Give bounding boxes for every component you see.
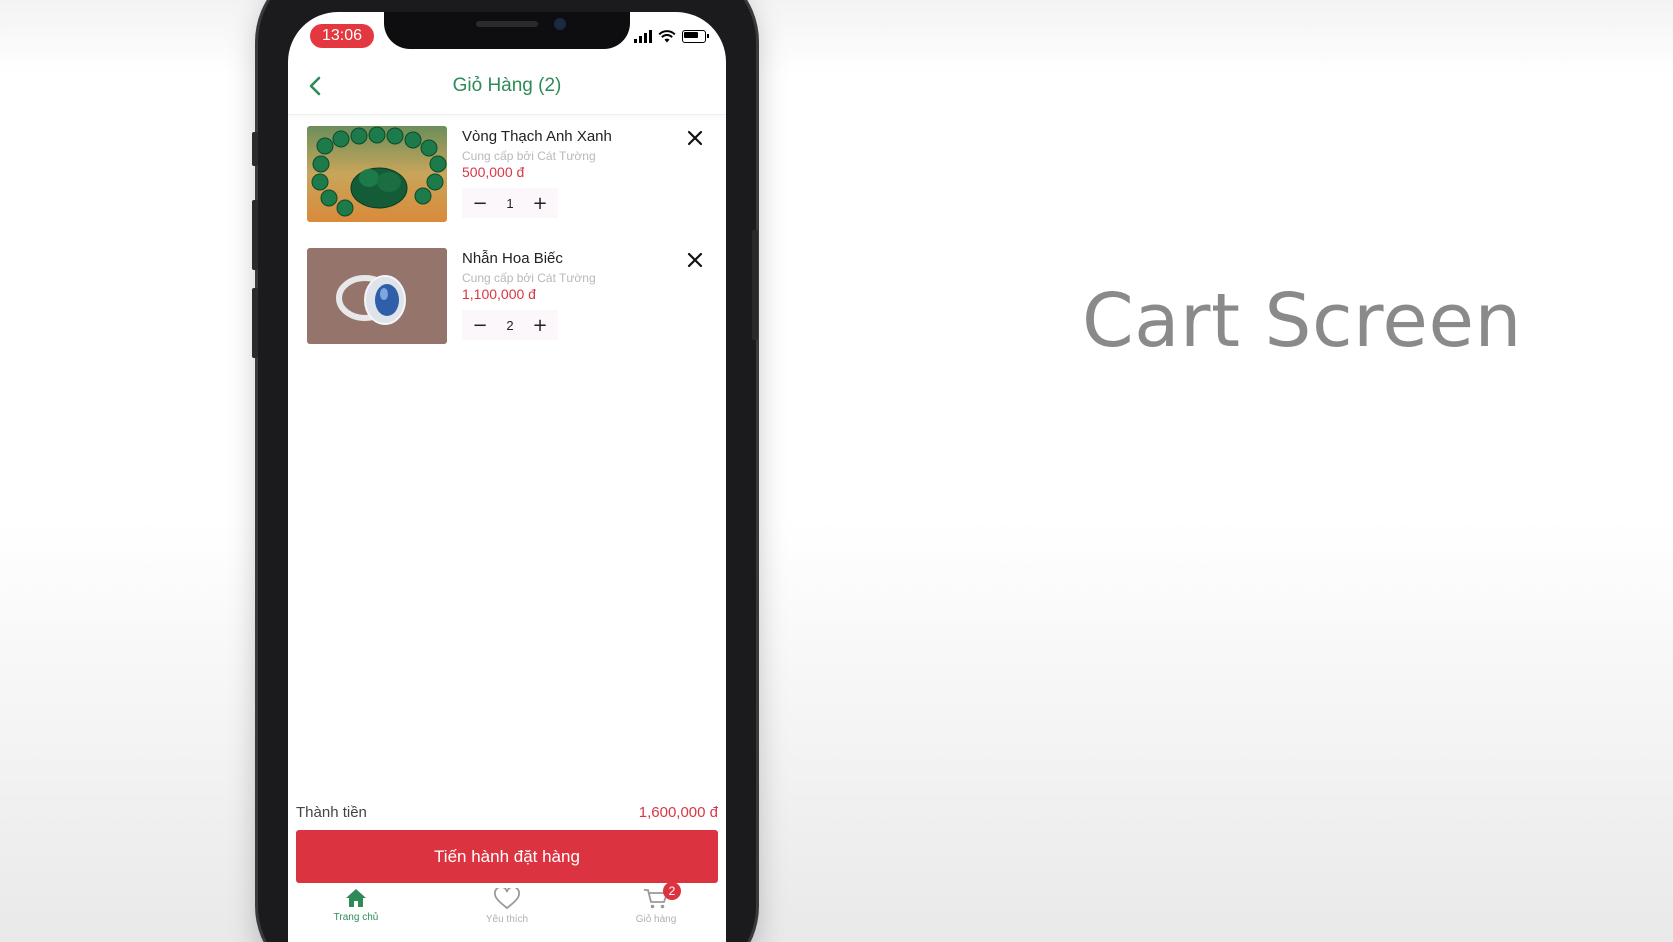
app-screen: 13:06 Giỏ Hàng (2) Vòng Thạch Anh Xanh C…: [288, 12, 726, 942]
total-value: 1,600,000 đ: [638, 804, 718, 821]
home-icon: [346, 889, 366, 907]
speaker-grille: [476, 21, 538, 27]
cellular-signal-icon: [634, 29, 652, 43]
heart-icon: [494, 888, 520, 910]
tab-favorites-label: Yêu thích: [485, 914, 529, 925]
quantity-value: 1: [506, 195, 514, 211]
checkout-button[interactable]: Tiến hành đặt hàng: [296, 830, 718, 883]
product-name[interactable]: Nhẫn Hoa Biếc: [462, 250, 563, 267]
product-image-ring[interactable]: [307, 248, 447, 344]
tab-cart[interactable]: 2 Giỏ hàng: [601, 882, 711, 925]
phone-mute-switch: [252, 132, 258, 166]
decrease-quantity-button[interactable]: −: [470, 315, 490, 336]
status-time: 13:06: [310, 24, 374, 48]
cart-item: Nhẫn Hoa Biếc Cung cấp bởi Cát Tường 1,1…: [307, 248, 707, 348]
app-header: Giỏ Hàng (2): [288, 64, 726, 115]
front-camera: [554, 18, 566, 30]
remove-item-close-icon[interactable]: [685, 128, 705, 148]
product-image-bracelet[interactable]: [307, 126, 447, 222]
battery-icon: [682, 29, 709, 43]
page-title: Giỏ Hàng (2): [452, 75, 562, 96]
status-icons: [634, 28, 709, 44]
phone-power-button: [752, 230, 758, 340]
remove-item-close-icon[interactable]: [685, 250, 705, 270]
product-vendor: Cung cấp bởi Cát Tường: [462, 271, 596, 285]
notch: [384, 12, 630, 49]
quantity-value: 2: [506, 317, 514, 333]
product-price: 500,000 đ: [462, 164, 525, 180]
phone-volume-up-button: [252, 200, 258, 270]
quantity-stepper: − 1 +: [462, 188, 558, 218]
decrease-quantity-button[interactable]: −: [470, 193, 490, 214]
cart-count-badge: 2: [663, 882, 681, 900]
tab-favorites[interactable]: Yêu thích: [452, 888, 562, 925]
tab-home[interactable]: Trang chủ: [301, 888, 411, 923]
wifi-icon: [658, 29, 676, 42]
product-vendor: Cung cấp bởi Cát Tường: [462, 149, 596, 163]
bottom-tab-bar: Trang chủ Yêu thích 2 Giỏ hàng: [288, 882, 726, 942]
product-price: 1,100,000 đ: [462, 286, 536, 302]
caption: Cart Screen: [1082, 278, 1522, 364]
cart-item: Vòng Thạch Anh Xanh Cung cấp bởi Cát Tườ…: [307, 126, 707, 226]
increase-quantity-button[interactable]: +: [530, 193, 550, 214]
phone-volume-down-button: [252, 288, 258, 358]
quantity-stepper: − 2 +: [462, 310, 558, 340]
increase-quantity-button[interactable]: +: [530, 315, 550, 336]
tab-cart-label: Giỏ hàng: [635, 914, 677, 925]
order-total-row: Thành tiền 1,600,000 đ: [296, 804, 718, 826]
total-label: Thành tiền: [296, 804, 367, 821]
product-name[interactable]: Vòng Thạch Anh Xanh: [462, 128, 612, 145]
tab-home-label: Trang chủ: [333, 912, 379, 923]
